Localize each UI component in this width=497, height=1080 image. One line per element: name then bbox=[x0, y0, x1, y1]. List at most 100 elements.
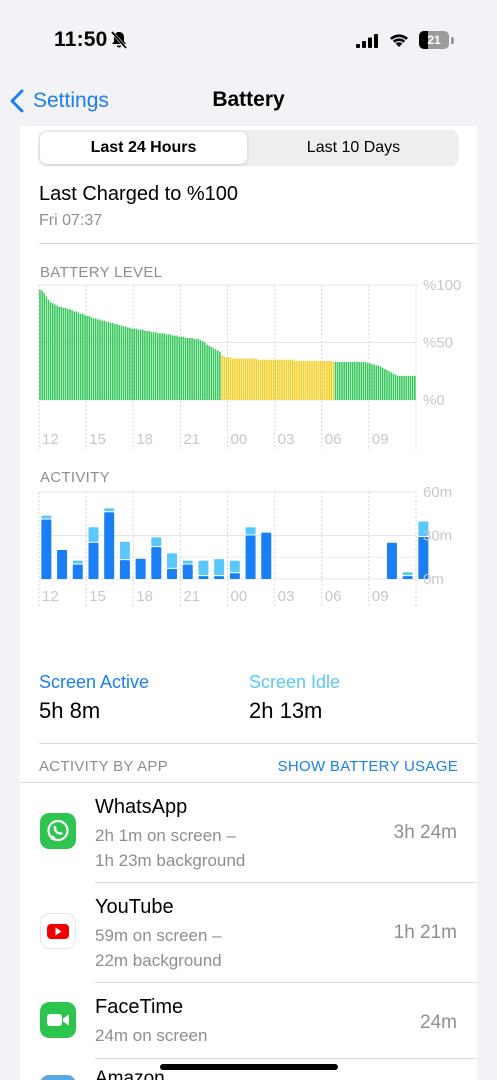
activity-active-bar bbox=[198, 576, 209, 579]
battery-bar bbox=[261, 359, 264, 400]
battery-bar bbox=[127, 327, 129, 400]
battery-bar bbox=[187, 337, 189, 400]
battery-bar bbox=[381, 367, 384, 400]
youtube-icon bbox=[40, 913, 76, 949]
activity-active-bar bbox=[104, 512, 115, 579]
battery-y-tick-label: %50 bbox=[423, 335, 453, 352]
battery-bar bbox=[204, 342, 206, 400]
battery-bar bbox=[129, 327, 131, 400]
battery-bar bbox=[231, 358, 234, 400]
battery-bar bbox=[148, 331, 150, 400]
battery-bar bbox=[285, 359, 288, 400]
battery-bar bbox=[120, 325, 123, 400]
battery-bar bbox=[184, 337, 187, 400]
battery-bar bbox=[67, 309, 69, 400]
app-total-time: 3h 24m bbox=[393, 822, 457, 843]
activity-active-bar bbox=[167, 568, 178, 579]
battery-bar bbox=[354, 362, 356, 400]
app-name: YouTube bbox=[95, 896, 174, 918]
activity-x-tick-label: 12 bbox=[42, 588, 59, 605]
activity-active-bar bbox=[182, 564, 193, 579]
battery-bar bbox=[193, 339, 195, 400]
battery-bar bbox=[56, 305, 58, 400]
battery-bar bbox=[97, 319, 99, 400]
battery-bar bbox=[379, 366, 382, 400]
battery-bar bbox=[281, 359, 283, 400]
battery-bar bbox=[339, 362, 341, 400]
battery-bar bbox=[291, 359, 294, 400]
cellular-signal-icon bbox=[356, 34, 378, 48]
activity-by-app-header: ACTIVITY BY APP bbox=[39, 758, 168, 775]
battery-bar bbox=[334, 362, 337, 400]
battery-bar bbox=[377, 365, 380, 400]
battery-bar bbox=[276, 359, 279, 400]
battery-bar bbox=[180, 336, 183, 400]
activity-idle-bar bbox=[167, 553, 178, 568]
battery-bar bbox=[272, 359, 275, 400]
navigation-bar: Settings Battery bbox=[0, 80, 497, 126]
battery-bar bbox=[71, 310, 73, 400]
battery-bar bbox=[52, 303, 54, 400]
battery-bar bbox=[114, 324, 116, 400]
battery-x-tick-label: 15 bbox=[89, 431, 106, 448]
screen-idle-label: Screen Idle bbox=[249, 672, 341, 692]
battery-bar bbox=[399, 375, 401, 400]
battery-bar bbox=[165, 334, 168, 400]
battery-bar bbox=[371, 364, 373, 400]
battery-bar bbox=[396, 375, 399, 400]
home-indicator bbox=[160, 1064, 338, 1070]
battery-bar bbox=[268, 359, 270, 400]
battery-bar bbox=[90, 317, 93, 400]
battery-bar bbox=[240, 358, 243, 400]
divider bbox=[39, 243, 477, 244]
app-row-whatsapp[interactable]: WhatsApp 2h 1m on screen – 1h 23m backgr… bbox=[20, 783, 477, 883]
screen-active-value: 5h 8m bbox=[39, 698, 101, 723]
battery-bar bbox=[375, 365, 378, 400]
battery-bar bbox=[336, 362, 339, 400]
segment-last-10-days[interactable]: Last 10 Days bbox=[250, 132, 457, 164]
battery-bar bbox=[191, 337, 193, 400]
battery-bar bbox=[84, 314, 86, 400]
battery-bar bbox=[369, 363, 371, 400]
battery-bar bbox=[401, 375, 403, 400]
battery-bar bbox=[414, 375, 416, 400]
divider bbox=[39, 743, 477, 744]
battery-bar bbox=[178, 336, 180, 400]
activity-idle-bar bbox=[214, 559, 225, 576]
show-battery-usage-button[interactable]: SHOW BATTERY USAGE bbox=[278, 758, 458, 775]
app-row-facetime[interactable]: FaceTime 24m on screen 24m bbox=[20, 983, 477, 1059]
battery-bar bbox=[124, 326, 127, 400]
status-bar: 11:50 21 bbox=[0, 0, 497, 80]
battery-bar bbox=[244, 358, 247, 400]
app-row-youtube[interactable]: YouTube 59m on screen – 22m background 1… bbox=[20, 883, 477, 983]
battery-bar bbox=[107, 321, 110, 400]
battery-bar bbox=[347, 362, 350, 400]
battery-bar bbox=[122, 326, 125, 400]
battery-bar bbox=[324, 360, 326, 400]
activity-idle-bar bbox=[88, 527, 99, 542]
battery-percent: 21 bbox=[427, 33, 441, 47]
battery-bar bbox=[216, 350, 219, 400]
battery-bar bbox=[47, 299, 50, 400]
time-range-segmented-control: Last 24 Hours Last 10 Days bbox=[38, 130, 459, 166]
battery-bar bbox=[73, 311, 76, 400]
battery-bar bbox=[221, 355, 223, 400]
battery-bar bbox=[92, 318, 95, 400]
battery-bar bbox=[264, 359, 266, 400]
battery-bar bbox=[62, 308, 65, 400]
battery-bar bbox=[366, 363, 369, 400]
battery-bar bbox=[199, 340, 202, 400]
app-name: Amazon bbox=[95, 1068, 165, 1080]
battery-bar bbox=[172, 335, 174, 400]
segment-last-24-hours[interactable]: Last 24 Hours bbox=[40, 132, 247, 164]
activity-x-tick-label: 00 bbox=[231, 588, 248, 605]
battery-bar bbox=[201, 341, 204, 400]
battery-bar bbox=[116, 324, 118, 400]
battery-bar bbox=[390, 372, 393, 400]
app-total-time: 24m bbox=[420, 1012, 457, 1033]
battery-bar bbox=[279, 359, 281, 400]
battery-bar bbox=[364, 362, 367, 400]
battery-icon: 21 bbox=[419, 31, 449, 49]
activity-y-tick-label: 0m bbox=[423, 571, 444, 588]
battery-bar bbox=[242, 358, 245, 400]
